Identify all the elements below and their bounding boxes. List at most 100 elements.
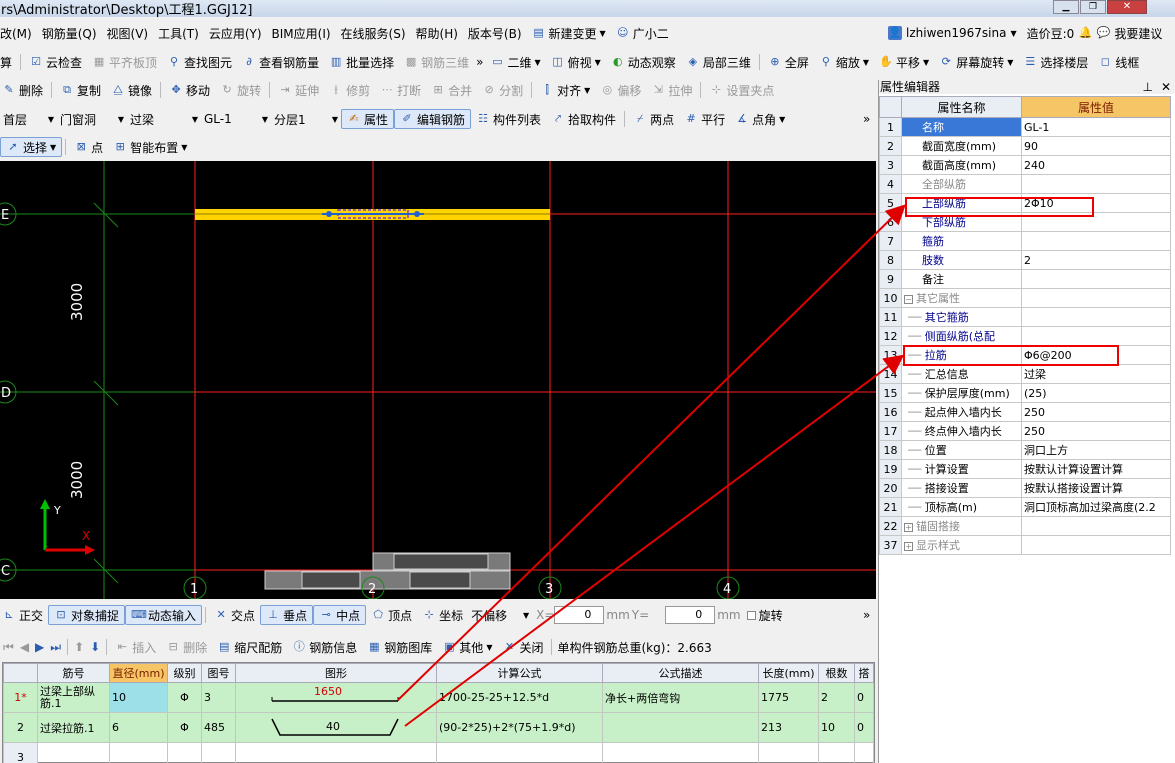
property-row[interactable]: 37 + 显示样式 <box>879 535 1171 555</box>
menu-version[interactable]: 版本号(B) <box>463 23 527 43</box>
edit-rebar-button[interactable]: ✐ 编辑钢筋 <box>394 109 472 129</box>
type-select[interactable]: 门窗洞 ▼ <box>57 109 127 129</box>
property-group[interactable]: + 显示样式 <box>901 535 1022 555</box>
set-grip-button[interactable]: ⊹ 设置夹点 <box>704 80 779 100</box>
member-select[interactable]: GL-1 ▼ <box>201 109 271 129</box>
property-value[interactable] <box>1021 269 1171 289</box>
break-button[interactable]: ⋯ 打断 <box>375 80 426 100</box>
property-value[interactable]: 250 <box>1021 402 1171 422</box>
menu-edit[interactable]: 改(M) <box>0 23 37 43</box>
table-row[interactable]: 2 过梁拉筋.1 6 Φ 485 40 (90-2*25)+2*(75+1.9*… <box>3 712 874 743</box>
property-value[interactable]: 250 <box>1021 421 1171 441</box>
stretch-button[interactable]: ⇲ 拉伸 <box>646 80 697 100</box>
property-value[interactable]: 过梁 <box>1021 364 1171 384</box>
property-row[interactable]: 17 ── 终点伸入墙内长 250 <box>879 421 1171 441</box>
move-button[interactable]: ✥ 移动 <box>164 80 215 100</box>
grip-handle[interactable] <box>414 211 420 217</box>
property-row[interactable]: 19 ── 计算设置 按默认计算设置计算 <box>879 459 1171 479</box>
first-record-button[interactable]: ⏮ <box>0 637 17 657</box>
shape-cell[interactable]: 1650 <box>235 682 437 713</box>
properties-button[interactable]: ✍ 属性 <box>341 109 395 129</box>
intersect-snap[interactable]: ✕ 交点 <box>209 605 260 625</box>
toolbar3-more[interactable]: » <box>858 109 875 129</box>
property-value[interactable]: 90 <box>1021 136 1171 156</box>
property-value[interactable]: 240 <box>1021 155 1171 175</box>
col-grade[interactable]: 级别 <box>167 663 202 683</box>
grade-cell[interactable]: Φ <box>167 712 202 743</box>
property-row[interactable]: 16 ── 起点伸入墙内长 250 <box>879 402 1171 422</box>
rotate-checkbox[interactable] <box>746 610 756 620</box>
menu-tools[interactable]: 工具(T) <box>153 23 204 43</box>
close-panel-icon[interactable]: ✕ <box>1161 80 1171 94</box>
length-cell[interactable]: 1775 <box>758 682 819 713</box>
local-3d-button[interactable]: ◈ 局部三维 <box>681 52 756 72</box>
subtype-select[interactable]: 过梁 ▼ <box>127 109 201 129</box>
orbit-button[interactable]: ◐ 动态观察 <box>606 52 681 72</box>
offset-button[interactable]: ◎ 偏移 <box>595 80 646 100</box>
property-row[interactable]: 9 备注 <box>879 269 1171 289</box>
property-value[interactable]: 按默认搭接设置计算 <box>1021 478 1171 498</box>
trim-button[interactable]: ⫲ 修剪 <box>324 80 375 100</box>
maximize-icon[interactable]: ❐ <box>1080 0 1106 14</box>
fullscreen-button[interactable]: ⊕ 全屏 <box>763 52 814 72</box>
property-row[interactable]: 4 全部纵筋 <box>879 174 1171 194</box>
x-input[interactable]: 0 <box>554 606 605 624</box>
col-length[interactable]: 长度(mm) <box>758 663 819 683</box>
property-row[interactable]: 10− 其它属性 <box>879 288 1171 308</box>
floor-select[interactable]: 首层 ▼ <box>0 109 57 129</box>
property-group[interactable]: + 锚固搭接 <box>901 516 1022 536</box>
pin-icon[interactable]: ⊥ <box>1142 80 1152 94</box>
merge-button[interactable]: ⊞ 合并 <box>426 80 477 100</box>
bar-name-cell[interactable]: 过梁拉筋.1 <box>37 712 110 743</box>
col-bar-no[interactable]: 筋号 <box>37 663 110 683</box>
delete-row-button[interactable]: ⊟ 删除 <box>161 637 212 657</box>
property-group[interactable]: − 其它属性 <box>901 288 1022 308</box>
rotate-button[interactable]: ↻ 旋转 <box>215 80 266 100</box>
delete-button[interactable]: ✎ 删除 <box>0 80 48 100</box>
property-row[interactable]: 18 ── 位置 洞口上方 <box>879 440 1171 460</box>
bar-name-cell[interactable]: 过梁上部纵筋.1 <box>37 682 110 713</box>
property-row[interactable]: 15 ── 保护层厚度(mm) (25) <box>879 383 1171 403</box>
col-formula[interactable]: 计算公式 <box>436 663 603 683</box>
formula-cell[interactable]: (90-2*25)+2*(75+1.9*d) <box>436 712 603 743</box>
lap-cell[interactable]: 0 <box>854 682 874 713</box>
align-top-button[interactable]: ▦ 平齐板顶 <box>87 52 162 72</box>
property-value[interactable]: GL-1 <box>1021 117 1171 137</box>
extend-button[interactable]: ⇥ 延伸 <box>273 80 324 100</box>
col-count[interactable]: 根数 <box>818 663 855 683</box>
move-down-button[interactable]: ⬇ <box>87 637 103 657</box>
align-button[interactable]: ⫿ 对齐 ▼ <box>535 80 595 100</box>
col-shape[interactable]: 图形 <box>235 663 437 683</box>
copy-button[interactable]: ⧉ 复制 <box>55 80 106 100</box>
top-view-button[interactable]: ◫ 俯视 ▼ <box>546 52 606 72</box>
midpoint-snap[interactable]: ⊸ 中点 <box>313 605 367 625</box>
prev-record-button[interactable]: ◀ <box>17 637 32 657</box>
property-row[interactable]: 3 截面高度(mm) 240 <box>879 155 1171 175</box>
minimize-icon[interactable]: ▁ <box>1053 0 1079 14</box>
bell-icon[interactable]: 🔔 <box>1078 26 1092 40</box>
dynamic-input-toggle[interactable]: ⌨ 动态输入 <box>125 605 203 625</box>
point-button[interactable]: ⊠ 点 <box>69 137 108 157</box>
formula-desc-cell[interactable] <box>602 712 759 743</box>
zoom-button[interactable]: ⚲ 缩放 ▼ <box>814 52 874 72</box>
menu-online[interactable]: 在线服务(S) <box>336 23 411 43</box>
formula-cell[interactable]: 1700-25-25+12.5*d <box>436 682 603 713</box>
pan-button[interactable]: ✋ 平移 ▼ <box>874 52 934 72</box>
expand-icon[interactable]: + <box>904 523 913 532</box>
rebar-library-button[interactable]: ▦ 钢筋图库 <box>362 637 437 657</box>
lap-cell[interactable]: 0 <box>854 712 874 743</box>
parallel-button[interactable]: # 平行 <box>679 109 730 129</box>
property-row[interactable]: 20 ── 搭接设置 按默认搭接设置计算 <box>879 478 1171 498</box>
property-value[interactable] <box>1021 174 1171 194</box>
figure-no-cell[interactable]: 485 <box>201 712 236 743</box>
table-row[interactable]: 3 <box>3 742 874 763</box>
row-number[interactable]: 3 <box>3 742 38 763</box>
menu-rebar-qty[interactable]: 钢筋量(Q) <box>37 23 102 43</box>
collapse-icon[interactable]: − <box>904 295 913 304</box>
two-point-button[interactable]: ⌿ 两点 <box>628 109 679 129</box>
offset-select[interactable]: 不偏移 ▼ <box>468 605 532 625</box>
suggest-link[interactable]: 我要建议 <box>1114 25 1162 42</box>
grip-handle[interactable] <box>326 211 332 217</box>
pick-component-button[interactable]: ⤤ 拾取构件 <box>546 109 621 129</box>
property-value[interactable]: 按默认计算设置计算 <box>1021 459 1171 479</box>
